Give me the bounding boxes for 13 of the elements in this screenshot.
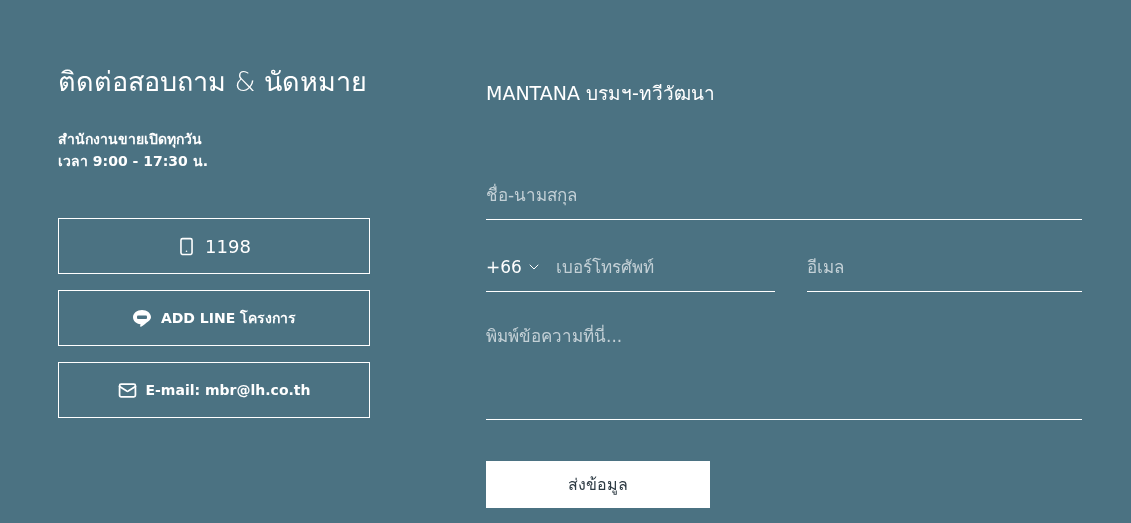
office-hours: เวลา 9:00 - 17:30 น. xyxy=(58,152,209,171)
section-title: ติดต่อสอบถาม & นัดหมาย xyxy=(58,65,369,99)
name-field[interactable]: ชื่อ-นามสกุล xyxy=(486,170,1082,220)
country-code-dropdown[interactable]: +66 xyxy=(486,256,542,277)
submit-button[interactable]: ส่งข้อมูล xyxy=(486,461,710,508)
line-button[interactable]: ADD LINE โครงการ xyxy=(58,290,370,346)
phone-button[interactable]: 1198 xyxy=(58,218,370,274)
phone-field[interactable]: เบอร์โทรศัพท์ xyxy=(555,242,775,291)
project-name: MANTANA บรมฯ-ทวีวัฒนา xyxy=(486,81,716,106)
message-field[interactable]: พิมพ์ข้อความที่นี่... xyxy=(486,314,1082,420)
email-field[interactable]: อีเมล xyxy=(806,242,1082,291)
office-hours: สำนักงานขายเปิดทุกวัน xyxy=(58,130,203,150)
email-button[interactable]: E-mail: mbr@lh.co.th xyxy=(58,362,370,418)
